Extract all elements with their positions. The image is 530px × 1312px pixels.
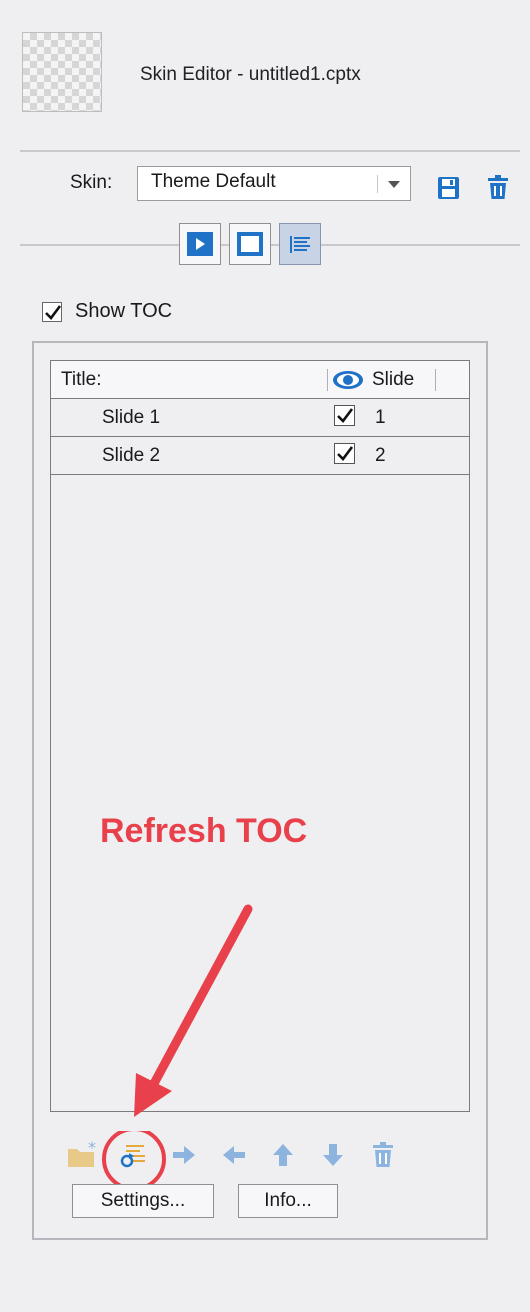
row-slide-number: 2 xyxy=(375,445,386,466)
trash-icon[interactable] xyxy=(365,1137,401,1173)
divider-top xyxy=(20,150,520,152)
checkmark-icon xyxy=(45,305,62,320)
annotation-arrow xyxy=(134,904,253,1117)
trash-icon[interactable] xyxy=(485,174,511,200)
skin-thumbnail xyxy=(22,32,102,112)
dropdown-separator xyxy=(377,175,378,193)
skin-dropdown-value: Theme Default xyxy=(151,171,276,192)
checkmark-icon xyxy=(337,408,354,423)
window-title: Skin Editor - untitled1.cptx xyxy=(140,64,361,85)
table-header: Title: Slide xyxy=(51,361,469,399)
svg-text:*: * xyxy=(88,1141,96,1157)
column-divider xyxy=(327,369,328,391)
move-down-icon[interactable] xyxy=(315,1137,351,1173)
info-button[interactable]: Info... xyxy=(238,1184,338,1218)
show-toc-checkbox[interactable] xyxy=(42,302,62,322)
borders-tab[interactable] xyxy=(229,223,271,265)
show-toc-label: Show TOC xyxy=(75,300,173,322)
move-right-icon[interactable] xyxy=(166,1137,202,1173)
eye-icon[interactable] xyxy=(332,370,364,396)
table-row[interactable]: Slide 1 1 xyxy=(51,399,469,437)
row-visible-checkbox[interactable] xyxy=(334,405,355,426)
skin-dropdown[interactable]: Theme Default xyxy=(137,166,411,201)
move-up-icon[interactable] xyxy=(265,1137,301,1173)
checkmark-icon xyxy=(337,446,354,461)
annotation-circle xyxy=(102,1131,166,1187)
playback-tab[interactable] xyxy=(179,223,221,265)
new-folder-icon[interactable]: * xyxy=(64,1137,100,1173)
column-slide[interactable]: Slide xyxy=(372,369,414,391)
row-title[interactable]: Slide 2 xyxy=(102,445,160,467)
row-title[interactable]: Slide 1 xyxy=(102,407,160,429)
skin-label: Skin: xyxy=(70,172,113,193)
settings-button[interactable]: Settings... xyxy=(72,1184,214,1218)
play-icon xyxy=(187,232,213,256)
column-divider xyxy=(435,369,436,391)
row-visible-checkbox[interactable] xyxy=(334,443,355,464)
column-title[interactable]: Title: xyxy=(61,369,101,391)
square-icon xyxy=(237,232,263,256)
move-left-icon[interactable] xyxy=(216,1137,252,1173)
toc-tab[interactable] xyxy=(279,223,321,265)
row-slide-number: 1 xyxy=(375,407,386,428)
toc-list-icon xyxy=(290,236,310,253)
chevron-down-icon[interactable] xyxy=(388,181,400,188)
save-icon[interactable] xyxy=(436,175,462,201)
annotation-label: Refresh TOC xyxy=(100,812,308,850)
table-row[interactable]: Slide 2 2 xyxy=(51,437,469,475)
